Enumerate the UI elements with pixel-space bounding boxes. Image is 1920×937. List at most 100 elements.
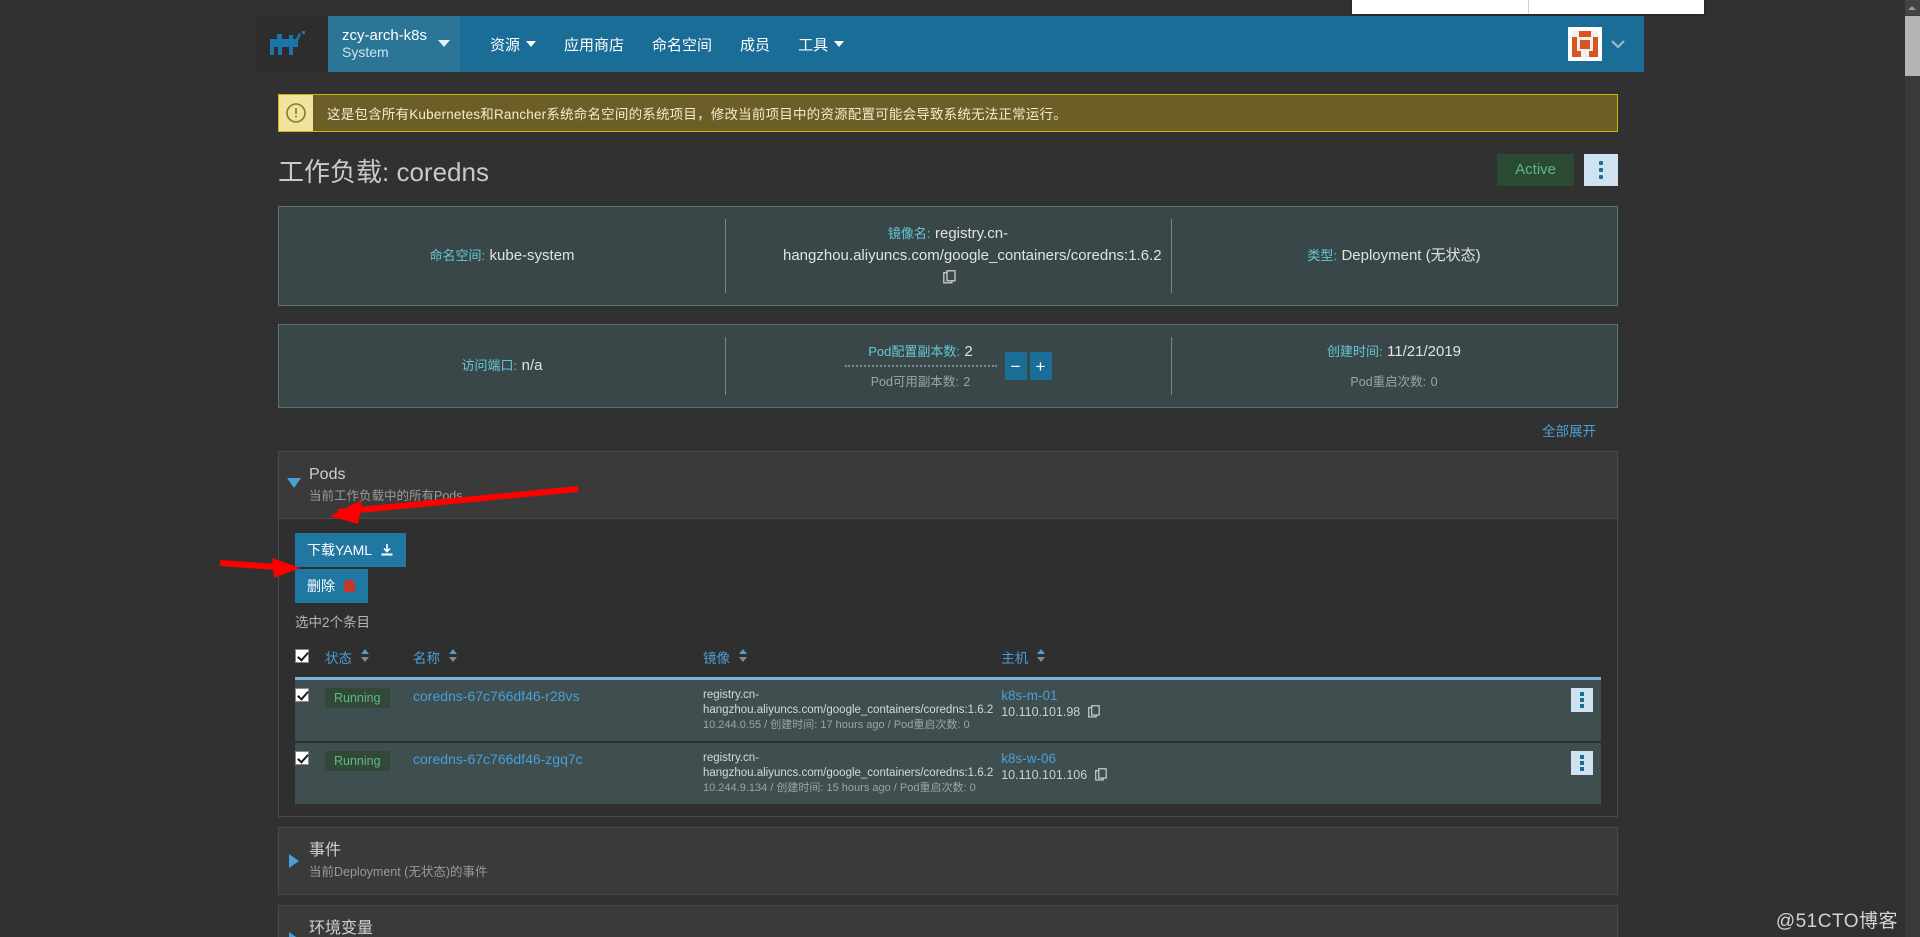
divider <box>844 365 997 367</box>
info-value: 11/21/2019 <box>1387 343 1462 360</box>
page-kebab-menu-icon[interactable] <box>1584 154 1618 186</box>
nav-item-namespaces[interactable]: 命名空间 <box>638 16 726 72</box>
row-name-cell: coredns-67c766df46-r28vs <box>409 678 699 743</box>
download-yaml-button[interactable]: 下载YAML <box>295 533 407 567</box>
copy-icon[interactable] <box>1087 705 1101 719</box>
row-kebab-menu-icon[interactable] <box>1571 751 1593 775</box>
nav-menu: 资源 应用商店 命名空间 成员 工具 <box>460 16 858 72</box>
scrollbar-thumb[interactable] <box>1905 16 1920 76</box>
row-checkbox[interactable] <box>295 751 309 765</box>
scale-available-value: 2 <box>963 375 971 389</box>
info-label: 命名空间: <box>429 248 486 263</box>
top-navbar: zcy-arch-k8s System 资源 应用商店 命名空间 成员 工具 <box>256 16 1644 72</box>
pods-table: 状态 名称 镜像 主机 Running coredns-67c766df46-r… <box>295 641 1601 806</box>
section-environment-variables[interactable]: 环境变量 工作负载配置的环境变量。 <box>278 905 1618 937</box>
nav-item-resources[interactable]: 资源 <box>476 16 550 72</box>
host-ip-value: 10.110.101.106 <box>1001 768 1088 782</box>
pod-image-meta: 10.244.0.55 / 创建时间: 17 hours ago / Pod重启… <box>703 719 970 731</box>
nav-item-label: 工具 <box>798 36 829 54</box>
row-kebab-menu-icon[interactable] <box>1571 688 1593 712</box>
pod-name-link[interactable]: coredns-67c766df46-r28vs <box>413 688 580 704</box>
row-host-cell: k8s-m-01 10.110.101.98 <box>997 678 1567 743</box>
status-badge: Running <box>325 751 390 771</box>
page-header-actions: Active <box>1497 154 1618 186</box>
rancher-cow-logo[interactable] <box>256 16 328 72</box>
nav-item-tools[interactable]: 工具 <box>784 16 858 72</box>
row-select-cell <box>295 678 321 743</box>
info-card-secondary: 访问端口: n/a Pod配置副本数: 2 Pod可用副本数: 2 − + 创建… <box>278 324 1618 408</box>
scrollbar-up-arrow-icon[interactable] <box>1905 0 1920 15</box>
browser-strip-divider <box>1528 0 1529 14</box>
triangle-right-icon[interactable] <box>279 840 309 868</box>
pod-image: registry.cn-hangzhou.aliyuncs.com/google… <box>703 689 994 716</box>
column-label: 主机 <box>1001 651 1029 666</box>
rancher-app: zcy-arch-k8s System 资源 应用商店 命名空间 成员 工具 这… <box>256 16 1644 937</box>
project-selector[interactable]: zcy-arch-k8s System <box>328 16 460 72</box>
info-cell-scale: Pod配置副本数: 2 Pod可用副本数: 2 − + <box>725 325 1171 407</box>
chevron-down-icon <box>834 41 845 47</box>
scale-available-label: Pod可用副本数: <box>870 375 959 389</box>
column-label: 状态 <box>325 651 352 666</box>
column-label: 镜像 <box>703 651 730 666</box>
page-scrollbar[interactable] <box>1905 0 1920 937</box>
status-badge: Running <box>325 688 390 708</box>
delete-button[interactable]: 删除 <box>295 569 368 603</box>
sort-updown-icon <box>448 649 457 662</box>
rancher-cow-logo-icon <box>270 31 305 55</box>
page-content: 这是包含所有Kubernetes和Rancher系统命名空间的系统项目，修改当前… <box>256 94 1644 937</box>
section-title: 事件 <box>309 842 342 859</box>
delete-label: 删除 <box>307 578 335 594</box>
copy-icon[interactable] <box>1094 768 1108 782</box>
scale-up-button[interactable]: + <box>1029 352 1052 380</box>
nav-item-label: 命名空间 <box>652 36 713 54</box>
host-ip: 10.110.101.106 <box>1001 767 1563 784</box>
pod-name-link[interactable]: coredns-67c766df46-zgq7c <box>413 751 583 767</box>
scale-readout: Pod配置副本数: 2 Pod可用副本数: 2 <box>844 341 997 391</box>
host-link[interactable]: k8s-w-06 <box>1001 751 1563 767</box>
row-image-cell: registry.cn-hangzhou.aliyuncs.com/google… <box>699 678 998 743</box>
trash-icon <box>344 580 355 592</box>
table-header-row: 状态 名称 镜像 主机 <box>295 641 1601 680</box>
table-row[interactable]: Running coredns-67c766df46-r28vs registr… <box>295 678 1601 743</box>
column-label: 名称 <box>413 651 440 666</box>
nav-item-label: 资源 <box>490 36 521 54</box>
expand-all-link[interactable]: 全部展开 <box>1542 424 1596 439</box>
restart-count-label: Pod重启次数: <box>1350 375 1427 389</box>
nav-item-app-store[interactable]: 应用商店 <box>550 16 638 72</box>
project-cluster: System <box>342 44 389 60</box>
expand-all-row: 全部展开 <box>256 420 1596 441</box>
info-label: 类型: <box>1307 248 1337 263</box>
nav-item-members[interactable]: 成员 <box>726 16 784 72</box>
scale-down-button[interactable]: − <box>1004 352 1027 380</box>
column-header-host[interactable]: 主机 <box>997 641 1567 680</box>
download-yaml-label: 下载YAML <box>307 542 373 558</box>
row-status-cell: Running <box>321 678 409 743</box>
select-all-checkbox[interactable] <box>295 648 309 663</box>
download-icon <box>381 544 393 556</box>
section-pods-header[interactable]: Pods 当前工作负载中的所有Pods。 <box>279 452 1617 518</box>
info-cell-created: 创建时间: 11/21/2019 Pod重启次数: 0 <box>1171 325 1617 407</box>
page-title: 工作负载: coredns <box>278 156 489 187</box>
info-label: 访问端口: <box>461 358 518 373</box>
table-row[interactable]: Running coredns-67c766df46-zgq7c registr… <box>295 742 1601 806</box>
copy-icon[interactable] <box>943 270 957 285</box>
section-subtitle: 当前工作负载中的所有Pods。 <box>309 489 475 503</box>
section-events[interactable]: 事件 当前Deployment (无状态)的事件 <box>278 827 1618 895</box>
row-status-cell: Running <box>321 742 409 806</box>
host-link[interactable]: k8s-m-01 <box>1001 688 1563 704</box>
column-header-image[interactable]: 镜像 <box>699 641 998 680</box>
chevron-down-icon <box>438 40 450 47</box>
restart-count-value: 0 <box>1430 375 1438 389</box>
triangle-right-icon[interactable] <box>279 918 309 937</box>
info-circle-icon <box>279 95 313 131</box>
column-header-status[interactable]: 状态 <box>321 641 409 680</box>
info-value: registry.cn-hangzhou.aliyuncs.com/google… <box>783 225 1162 264</box>
avatar[interactable] <box>1568 27 1602 61</box>
row-checkbox[interactable] <box>295 688 309 702</box>
column-header-name[interactable]: 名称 <box>409 641 699 680</box>
chevron-down-icon[interactable] <box>1610 39 1626 49</box>
sort-updown-icon <box>360 649 369 662</box>
scale-configured-label: Pod配置副本数: <box>868 344 960 359</box>
info-cell-type: 类型: Deployment (无状态) <box>1171 207 1617 305</box>
triangle-down-icon[interactable] <box>279 464 309 488</box>
